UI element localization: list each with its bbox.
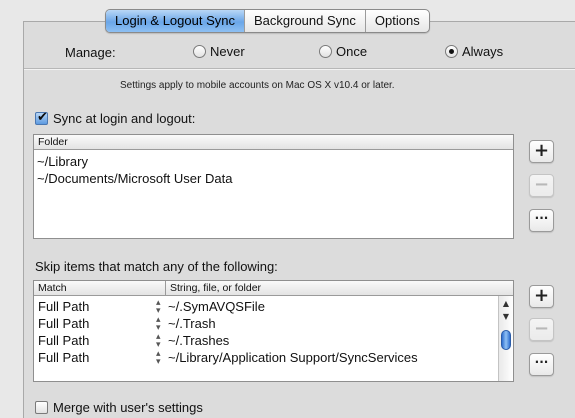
merge-label: Merge with user's settings xyxy=(53,400,203,415)
radio-never-dot[interactable] xyxy=(193,45,206,58)
radio-once-dot[interactable] xyxy=(319,45,332,58)
radio-always-label: Always xyxy=(462,44,504,59)
skip-table-header: Match String, file, or folder xyxy=(34,281,513,296)
tab-login-logout-sync[interactable]: Login & Logout Sync xyxy=(106,10,244,32)
radio-never[interactable]: Never xyxy=(193,44,245,59)
more-folder-options-button[interactable]: ··· xyxy=(529,209,554,232)
add-folder-button[interactable]: + xyxy=(529,140,554,163)
table-row[interactable]: Full Path ▴ ▾ ~/Library/Application Suppo… xyxy=(34,349,513,367)
skip-items-label: Skip items that match any of the followi… xyxy=(35,259,278,274)
radio-once[interactable]: Once xyxy=(319,44,367,59)
radio-always[interactable]: Always xyxy=(445,44,503,59)
match-cell[interactable]: Full Path xyxy=(38,349,89,366)
folder-row[interactable]: ~/Documents/Microsoft User Data xyxy=(34,170,513,187)
value-column-header[interactable]: String, file, or folder xyxy=(170,281,261,295)
scroll-down-arrow-icon[interactable]: ▼ xyxy=(501,312,511,322)
stepper-icon[interactable]: ▴ ▾ xyxy=(156,349,161,367)
stepper-icon[interactable]: ▴ ▾ xyxy=(156,332,161,350)
tab-options[interactable]: Options xyxy=(364,10,429,32)
radio-always-dot[interactable] xyxy=(445,45,458,58)
sync-login-checkbox[interactable] xyxy=(35,110,48,125)
info-note: Settings apply to mobile accounts on Mac… xyxy=(120,80,395,91)
value-cell[interactable]: ~/.Trashes xyxy=(168,332,229,349)
radio-never-label: Never xyxy=(210,44,245,59)
tab-background-sync[interactable]: Background Sync xyxy=(243,10,365,32)
value-cell[interactable]: ~/Library/Application Support/SyncServic… xyxy=(168,349,418,366)
remove-skip-item-button[interactable]: − xyxy=(529,318,554,341)
stepper-icon[interactable]: ▴ ▾ xyxy=(156,315,161,333)
match-cell[interactable]: Full Path xyxy=(38,315,89,332)
match-cell[interactable]: Full Path xyxy=(38,332,89,349)
radio-once-label: Once xyxy=(336,44,368,59)
sync-login-checkbox-row[interactable]: Sync at login and logout: xyxy=(35,110,196,126)
scroll-thumb[interactable] xyxy=(501,330,511,350)
merge-checkbox-row[interactable]: Merge with user's settings xyxy=(35,400,203,415)
table-row[interactable]: Full Path ▴ ▾ ~/.Trashes xyxy=(34,332,513,350)
table-row[interactable]: Full Path ▴ ▾ ~/.Trash xyxy=(34,315,513,333)
divider xyxy=(24,68,575,70)
folder-list[interactable]: Folder ~/Library ~/Documents/Microsoft U… xyxy=(33,134,514,239)
folder-row[interactable]: ~/Library xyxy=(34,153,513,170)
value-cell[interactable]: ~/.Trash xyxy=(168,315,216,332)
folder-column-header[interactable]: Folder xyxy=(34,135,513,150)
sync-login-label: Sync at login and logout: xyxy=(53,111,196,126)
manage-label: Manage: xyxy=(65,45,116,60)
column-divider xyxy=(165,281,166,295)
merge-checkbox[interactable] xyxy=(35,401,48,414)
more-skip-options-button[interactable]: ··· xyxy=(529,353,554,376)
match-column-header[interactable]: Match xyxy=(38,281,67,295)
table-row[interactable]: Full Path ▴ ▾ ~/.SymAVQSFile xyxy=(34,298,513,316)
value-cell[interactable]: ~/.SymAVQSFile xyxy=(168,298,265,315)
match-cell[interactable]: Full Path xyxy=(38,298,89,315)
scroll-up-arrow-icon[interactable]: ▲ xyxy=(501,299,511,309)
vertical-scrollbar[interactable]: ▲ ▼ xyxy=(498,296,513,381)
add-skip-item-button[interactable]: + xyxy=(529,285,554,308)
tab-bar: Login & Logout Sync Background Sync Opti… xyxy=(105,9,430,33)
stepper-icon[interactable]: ▴ ▾ xyxy=(156,298,161,316)
skip-items-table[interactable]: Match String, file, or folder Full Path … xyxy=(33,280,514,382)
remove-folder-button[interactable]: − xyxy=(529,174,554,197)
